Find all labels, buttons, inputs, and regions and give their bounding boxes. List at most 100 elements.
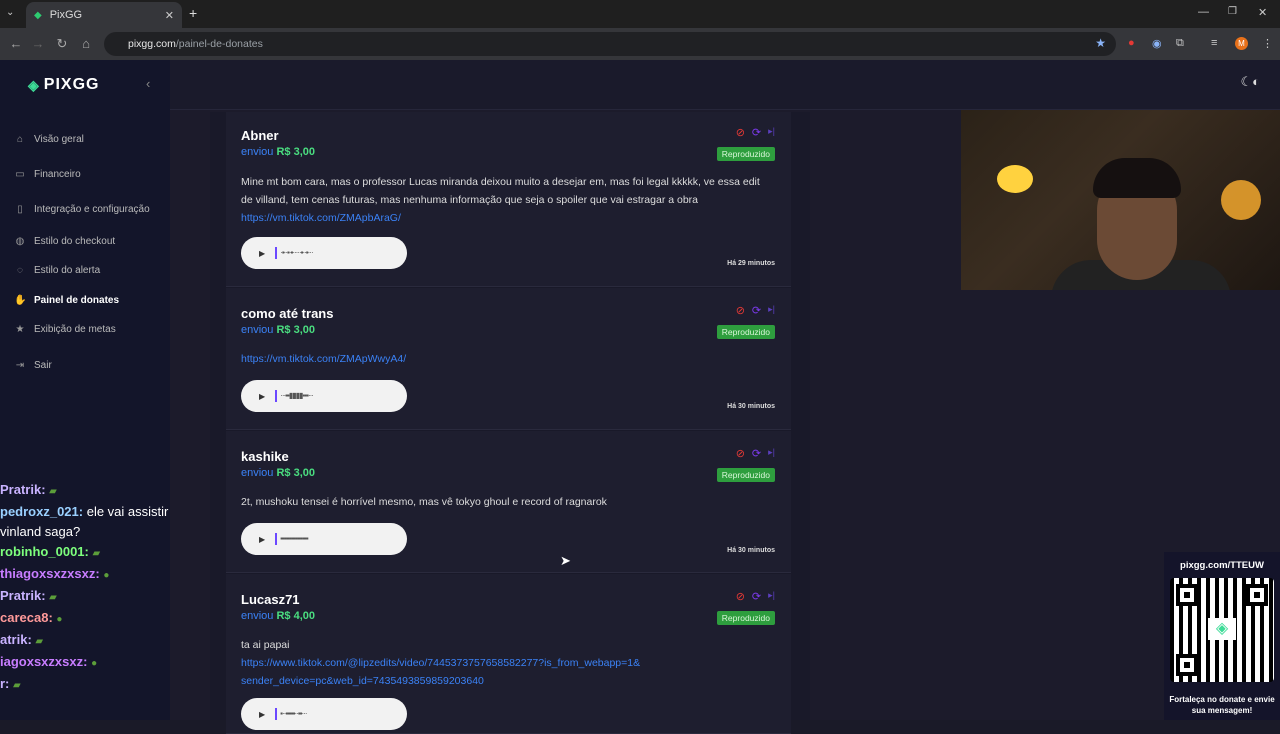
sidebar-item-painel-donates[interactable]: ✋ Painel de donates: [14, 295, 119, 306]
replay-icon[interactable]: ⟳: [752, 447, 761, 460]
collapse-sidebar-icon[interactable]: ‹: [146, 76, 150, 91]
sidebar-item-integracao[interactable]: ▯ Integração e configuração: [14, 204, 149, 215]
donation-link[interactable]: https://vm.tiktok.com/ZMApbAraG/: [241, 212, 401, 224]
chat-message: Pratrik: ▰: [0, 588, 57, 603]
wallet-icon: ▭: [15, 169, 25, 180]
emote-icon: ▰: [35, 636, 44, 647]
qr-finder: [1176, 654, 1198, 676]
chat-message: r: ▰: [0, 676, 21, 691]
block-icon[interactable]: ⊘: [736, 304, 745, 317]
sidebar-item-sair[interactable]: ⇥ Sair: [14, 360, 52, 371]
chat-message: Pratrik: ▰: [0, 482, 57, 497]
pixgg-logo[interactable]: ◈ PIXGG: [28, 76, 99, 94]
forward-icon[interactable]: →: [26, 36, 50, 51]
webcam-lamp: [997, 165, 1033, 193]
replay-icon[interactable]: ⟳: [752, 590, 761, 603]
donation-message: 2t, mushoku tensei é horrível mesmo, mas…: [241, 496, 607, 508]
browser-menu-icon[interactable]: ⋮: [1262, 37, 1273, 50]
webcam-lamp: [1221, 180, 1261, 220]
audio-player[interactable]: ▶ ▪··▪▪▪▪▪··▪▪···: [241, 698, 407, 730]
media-control-icon[interactable]: ≡: [1211, 37, 1217, 49]
qr-title: pixgg.com/TTEUW: [1180, 560, 1264, 571]
qr-code: ◈: [1170, 578, 1274, 682]
url-path: /painel-de-donates: [175, 38, 263, 50]
skip-icon[interactable]: ▸|: [768, 126, 775, 139]
sidebar-item-estilo-alerta[interactable]: ◌ Estilo do alerta: [14, 265, 100, 276]
donation-message: https://vm.tiktok.com/ZMApWwyA4/: [241, 350, 771, 368]
skip-icon[interactable]: ▸|: [768, 447, 775, 460]
home-icon[interactable]: ⌂: [74, 36, 98, 51]
donor-name: kashike: [241, 449, 289, 464]
chat-message: careca8: ●: [0, 610, 63, 625]
skip-icon[interactable]: ▸|: [768, 304, 775, 317]
alert-icon: ◌: [17, 265, 23, 276]
back-icon[interactable]: ←: [4, 36, 28, 51]
timestamp: Há 30 minutos: [727, 547, 775, 554]
block-icon[interactable]: ⊘: [736, 590, 745, 603]
emote-icon: ▰: [13, 680, 21, 691]
top-bar: ☾◐: [170, 60, 1280, 110]
tab-list-chevron-icon[interactable]: ⌄: [6, 7, 14, 18]
home-icon: ⌂: [16, 134, 24, 145]
donation-amount: enviou R$ 4,00: [241, 610, 316, 622]
new-tab-button[interactable]: +: [189, 5, 197, 21]
close-window-button[interactable]: ✕: [1258, 6, 1267, 19]
profile-avatar[interactable]: M: [1235, 37, 1248, 50]
chat-message: robinho_0001: ▰: [0, 544, 101, 559]
donor-name: como até trans: [241, 306, 334, 321]
audio-waveform[interactable]: ▪··▪▪▪▪▪··▪▪···: [275, 708, 308, 720]
donor-name: Lucasz71: [241, 592, 300, 607]
close-tab-icon[interactable]: ✕: [165, 9, 174, 22]
donation-actions: ⊘ ⟳ ▸|: [736, 590, 775, 603]
extensions-puzzle-icon[interactable]: ⧉: [1176, 37, 1184, 50]
play-icon[interactable]: ▶: [259, 249, 265, 258]
audio-waveform[interactable]: ▪▪▪▪▪▪▪▪▪▪▪▪▪▪▪: [275, 533, 309, 545]
timestamp: Há 30 minutos: [727, 403, 775, 410]
extension-record-icon[interactable]: ●: [1128, 37, 1135, 49]
play-icon[interactable]: ▶: [259, 535, 265, 544]
audio-player[interactable]: ▶ ···▪▪▮▮▮▮▪▪▪···: [241, 380, 407, 412]
reload-icon[interactable]: ↻: [50, 36, 74, 52]
extension-audio-icon[interactable]: ◉: [1152, 37, 1162, 50]
sidebar-item-exibicao-metas[interactable]: ★ Exibição de metas: [14, 324, 116, 335]
donation-link[interactable]: https://vm.tiktok.com/ZMApWwyA4/: [241, 353, 406, 365]
maximize-button[interactable]: ❐: [1228, 6, 1237, 17]
sidebar-item-visao-geral[interactable]: ⌂ Visão geral: [14, 134, 84, 145]
emote-icon: ▰: [92, 548, 101, 559]
pixgg-logo-mark-icon: ◈: [1208, 618, 1236, 640]
replay-icon[interactable]: ⟳: [752, 304, 761, 317]
minimize-button[interactable]: —: [1198, 6, 1209, 18]
play-icon[interactable]: ▶: [259, 392, 265, 401]
donation-message: ta ai papai https://www.tiktok.com/@lipze…: [241, 639, 641, 687]
donation-link[interactable]: https://www.tiktok.com/@lipzedits/video/…: [241, 657, 640, 687]
mouse-cursor-icon: ➤: [560, 553, 571, 568]
donation-card: como até trans enviou R$ 3,00 ⊘ ⟳ ▸| Repro…: [226, 288, 791, 430]
donation-actions: ⊘ ⟳ ▸|: [736, 447, 775, 460]
emote-icon: ●: [103, 570, 110, 581]
browser-tab[interactable]: ◆ PixGG ✕: [26, 2, 182, 28]
status-badge: Reproduzido: [716, 147, 775, 161]
donation-card: Abner enviou R$ 3,00 ⊘ ⟳ ▸| Reproduzido Mi…: [226, 112, 791, 287]
url-domain: pixgg.com: [128, 38, 176, 50]
play-icon[interactable]: ▶: [259, 710, 265, 719]
sidebar-item-financeiro[interactable]: ▭ Financeiro: [14, 169, 80, 180]
address-bar[interactable]: pixgg.com/painel-de-donates ★: [104, 32, 1116, 56]
browser-tab-strip: ⌄ ◆ PixGG ✕ + — ❐ ✕: [0, 0, 1280, 28]
skip-icon[interactable]: ▸|: [768, 590, 775, 603]
tab-title: PixGG: [49, 9, 83, 21]
replay-icon[interactable]: ⟳: [752, 126, 761, 139]
block-icon[interactable]: ⊘: [736, 126, 745, 139]
audio-waveform[interactable]: ···▪▪▮▮▮▮▪▪▪···: [275, 390, 314, 402]
audio-player[interactable]: ▶ ▪▪▪▪▪▪▪▪▪▪▪▪▪▪▪: [241, 523, 407, 555]
chat-message: pedroxz_021: ele vai assistir vinland sa…: [0, 504, 169, 539]
donation-card: kashike enviou R$ 3,00 ⊘ ⟳ ▸| Reproduzido …: [226, 431, 791, 573]
theme-toggle-icon[interactable]: ☾◐: [1240, 74, 1260, 90]
bookmark-star-icon[interactable]: ★: [1095, 36, 1106, 50]
block-icon[interactable]: ⊘: [736, 447, 745, 460]
stream-chat-overlay: Pratrik: ▰ pedroxz_021: ele vai assistir…: [0, 480, 185, 696]
donation-amount: enviou R$ 3,00: [241, 146, 316, 158]
star-icon: ★: [15, 324, 25, 335]
sidebar-item-estilo-checkout[interactable]: ◍ Estilo do checkout: [14, 236, 116, 247]
audio-player[interactable]: ▶ ·▪··▪·▪·····▪··▪···: [241, 237, 407, 269]
audio-waveform[interactable]: ·▪··▪·▪·····▪··▪···: [275, 247, 314, 259]
